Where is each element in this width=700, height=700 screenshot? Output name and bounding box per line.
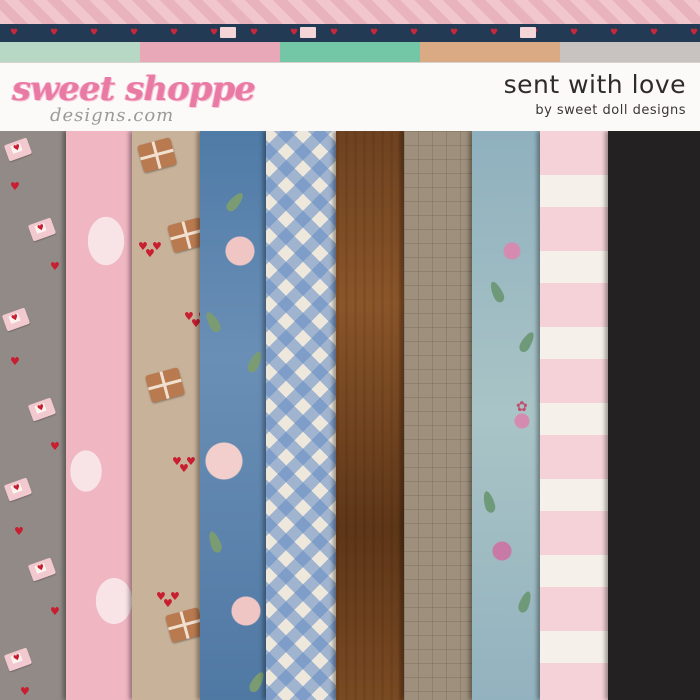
envelope-icon: ♥ [3, 647, 33, 672]
paper-pink-stripe [540, 131, 616, 700]
heart-icon: ♥ [50, 440, 60, 453]
envelope-icon: ♥ [27, 397, 57, 422]
envelope-icon [520, 27, 536, 38]
paper-fan: ♥ ♥ ♥ ♥ ♥ ♥ ♥ ♥ ♥ ♥ ♥ ♥ ♥ ♥ ♥ ♥ ♥ ♥ ♥ ♥ ♥ ♥ ♥ ♥ ♥ ♥ ✿ [0, 131, 700, 700]
heart-icon: ♥ [12, 482, 22, 494]
paper-blue-gingham [266, 131, 340, 700]
heart-icon: ♥ [36, 402, 46, 414]
paper-tan-grid [404, 131, 478, 700]
heart-icon: ♥ [610, 28, 619, 38]
leaf-icon [481, 490, 497, 514]
heart-icon: ♥ [186, 455, 196, 468]
heart-icon: ♥ [490, 28, 499, 38]
title-banner: sweet shoppe designs.com sent with love … [0, 62, 700, 132]
heart-icon: ♥ [50, 28, 59, 38]
color-strip [0, 42, 140, 62]
kit-byline: by sweet doll designs [535, 103, 686, 118]
heart-icon: ♥ [210, 28, 219, 38]
color-strip [140, 42, 280, 62]
leaf-icon [245, 349, 265, 375]
envelope-icon: ♥ [27, 217, 57, 242]
heart-icon: ♥ [170, 590, 180, 603]
leaf-icon [206, 529, 224, 555]
navy-envelope-strip: ♥♥♥♥♥♥♥♥♥♥♥♥♥♥♥♥♥♥ [0, 24, 700, 42]
heart-icon: ♥ [330, 28, 339, 38]
heart-icon: ♥ [10, 312, 20, 324]
envelope-icon: ♥ [3, 137, 33, 162]
heart-icon: ♥ [10, 28, 19, 38]
preview-strips: ♥♥♥♥♥♥♥♥♥♥♥♥♥♥♥♥♥♥ [0, 0, 700, 62]
heart-icon: ♥ [152, 240, 162, 253]
leaf-icon [224, 190, 246, 214]
color-strip [280, 42, 420, 62]
heart-icon: ♥ [170, 28, 179, 38]
heart-icon: ♥ [690, 28, 699, 38]
envelope-icon: ♥ [1, 307, 31, 332]
parcel-icon [136, 137, 178, 173]
envelope-icon [300, 27, 316, 38]
heart-icon: ♥ [130, 28, 139, 38]
paper-blue-floral [200, 131, 272, 700]
envelope-icon: ♥ [27, 557, 57, 582]
logo-wordmark: sweet shoppe [12, 69, 256, 109]
kit-title: sent with love [503, 70, 686, 99]
heart-icon: ♥ [410, 28, 419, 38]
color-strip [560, 42, 700, 62]
butterfly-icon: ✿ [516, 399, 528, 415]
leaf-icon [517, 329, 537, 355]
color-paper-strips [0, 42, 700, 62]
paper-gray-envelopes: ♥ ♥ ♥ ♥ ♥ ♥ ♥ ♥ ♥ ♥ ♥ ♥ ♥ ♥ [0, 131, 72, 700]
heart-icon: ♥ [250, 28, 259, 38]
leaf-icon [516, 589, 534, 615]
heart-icon: ♥ [50, 605, 60, 618]
logo-subline: designs.com [50, 105, 175, 126]
paper-brown-wood [336, 131, 410, 700]
heart-icon: ♥ [12, 142, 22, 154]
heart-icon: ♥ [36, 222, 46, 234]
envelope-icon [220, 27, 236, 38]
heart-icon: ♥ [36, 562, 46, 574]
parcel-icon [164, 607, 204, 643]
paper-kraft-parcels: ♥♥♥♥♥♥♥♥♥♥♥♥ [132, 131, 204, 700]
leaf-icon [203, 309, 223, 335]
leaf-icon [247, 669, 267, 695]
heart-icon: ♥ [290, 28, 299, 38]
heart-icon: ♥ [12, 652, 22, 664]
sweet-shoppe-logo: sweet shoppe designs.com [12, 69, 256, 126]
heart-icon: ♥ [10, 355, 20, 368]
parcel-icon [144, 367, 186, 403]
heart-icon: ♥ [570, 28, 579, 38]
leaf-icon [487, 279, 507, 305]
paper-black-solid [608, 131, 700, 700]
heart-icon: ♥ [90, 28, 99, 38]
paper-pink-clouds [66, 131, 138, 700]
heart-icon: ♥ [10, 180, 20, 193]
parcel-icon [166, 217, 204, 253]
heart-icon: ♥ [50, 260, 60, 273]
heart-icon: ♥ [14, 525, 24, 538]
paper-botanical: ✿ [472, 131, 548, 700]
heart-icon: ♥ [370, 28, 379, 38]
kit-title-block: sent with love by sweet doll designs [503, 70, 686, 119]
envelope-icon: ♥ [3, 477, 33, 502]
heart-icon: ♥ [20, 685, 30, 698]
pink-diamond-strip [0, 0, 700, 24]
heart-icon: ♥ [450, 28, 459, 38]
heart-icon: ♥ [650, 28, 659, 38]
color-strip [420, 42, 560, 62]
